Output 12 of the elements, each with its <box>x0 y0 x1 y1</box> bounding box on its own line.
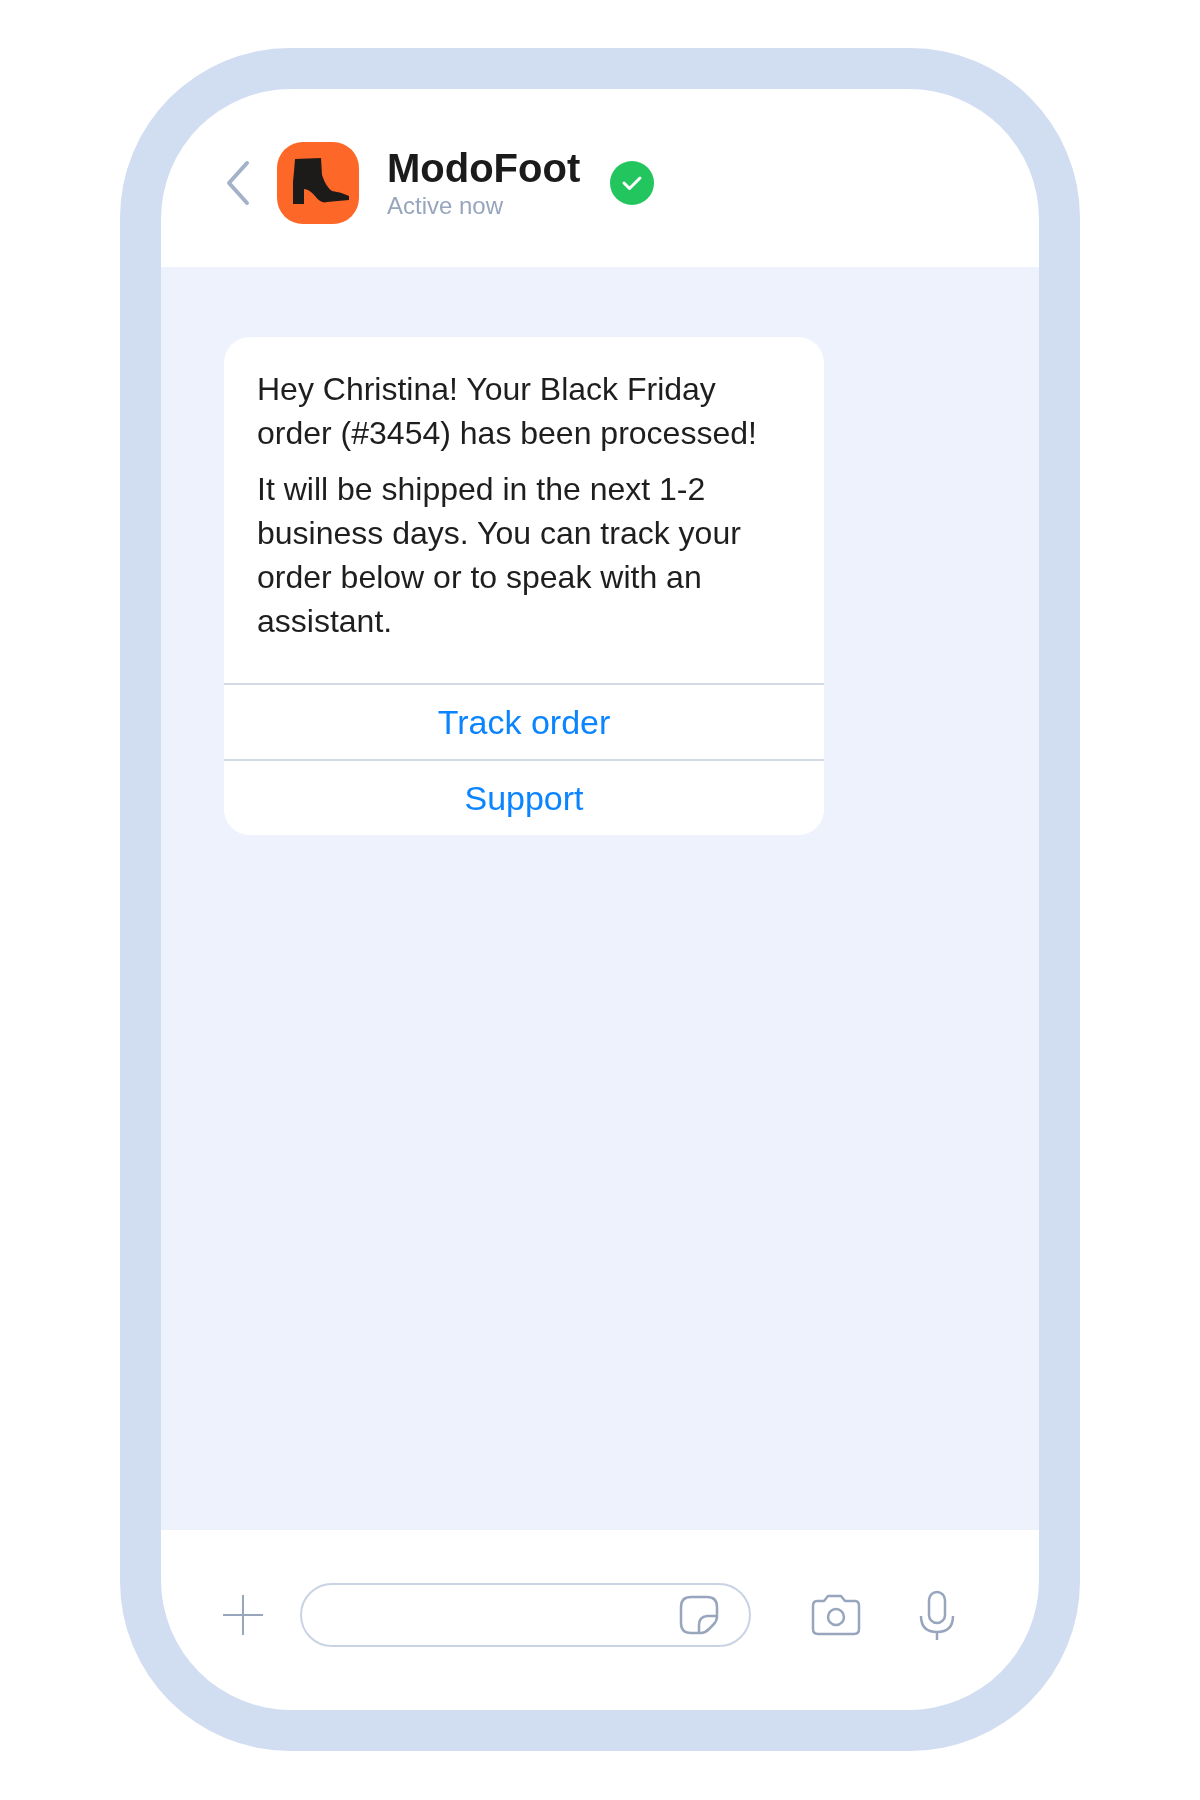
reply-button[interactable]: Support <box>224 759 824 835</box>
message-text: It will be shipped in the next 1-2 business days. You can track your order below or to speak with an assistant. <box>257 470 742 641</box>
message-field[interactable] <box>300 1583 751 1647</box>
contact-name: ModoFoot <box>387 145 581 191</box>
back-icon[interactable] <box>225 159 251 207</box>
status-text: Active now <box>387 191 505 221</box>
boot-logo-icon <box>277 142 359 224</box>
message-text: Hey Christina! Your Black Friday order (#3454) has been processed! <box>257 370 758 453</box>
microphone-icon[interactable] <box>919 1590 955 1640</box>
plus-icon[interactable] <box>222 1594 264 1636</box>
sticker-icon[interactable] <box>679 1595 719 1635</box>
camera-icon[interactable] <box>811 1594 861 1636</box>
